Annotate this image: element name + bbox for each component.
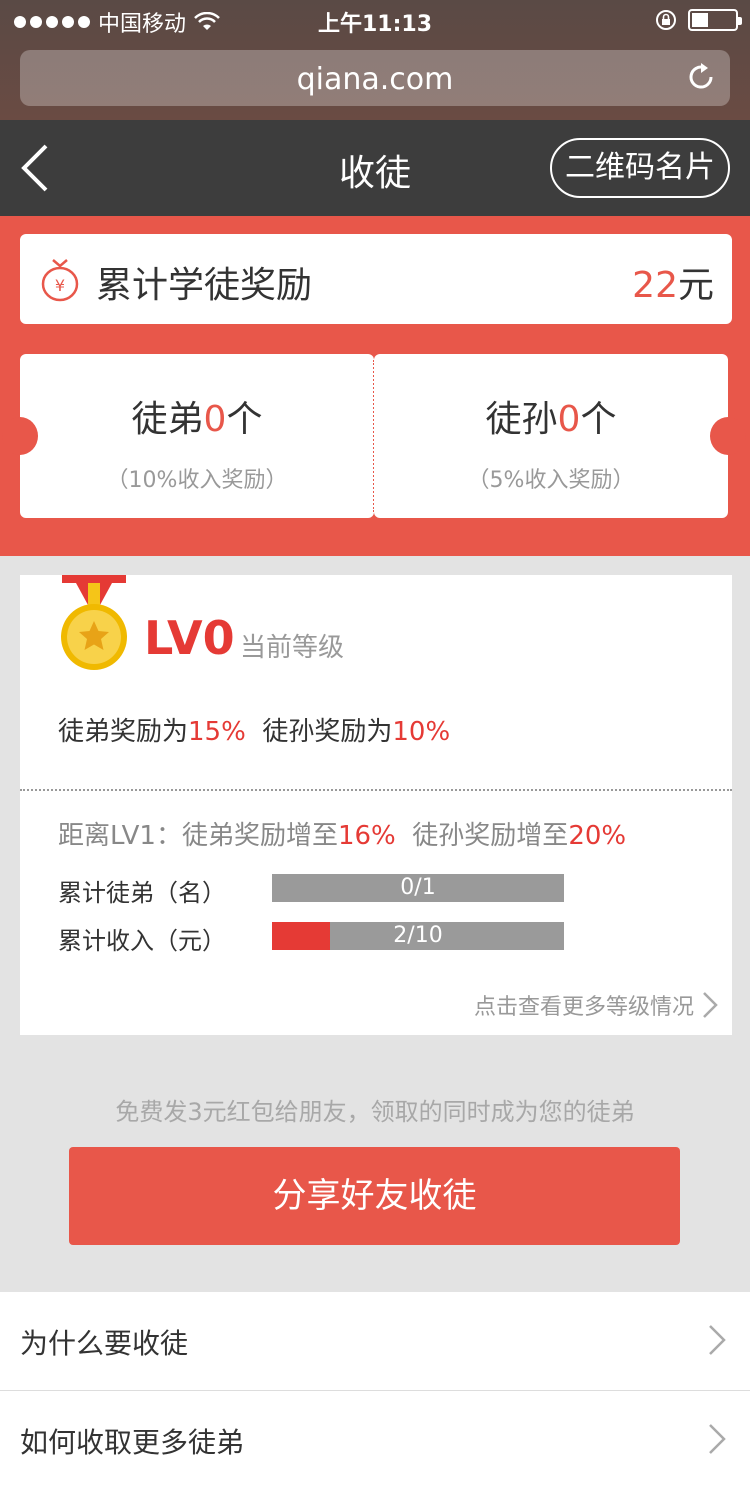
chevron-right-icon bbox=[709, 1424, 726, 1454]
disciple-ticket[interactable]: 徒弟0个 （10%收入奖励） bbox=[2, 354, 374, 518]
battery-icon bbox=[688, 9, 742, 31]
rotation-lock-icon bbox=[656, 10, 676, 30]
next-level-info: 距离LV1：徒弟奖励增至16% 徒孙奖励增至20% bbox=[58, 821, 627, 851]
reload-icon[interactable] bbox=[686, 62, 716, 92]
address-bar[interactable]: qiana.com bbox=[20, 50, 730, 106]
share-hint: 免费发3元红包给朋友，领取的同时成为您的徒弟 bbox=[115, 1098, 635, 1126]
current-rewards: 徒弟奖励为15% 徒孙奖励为10% bbox=[58, 717, 451, 747]
progress-label-disciples: 累计徒弟（名） bbox=[58, 879, 226, 907]
chevron-right-icon bbox=[703, 992, 718, 1018]
svg-text:¥: ¥ bbox=[55, 276, 65, 295]
url-text: qiana.com bbox=[296, 62, 454, 97]
disciple-count: 徒弟0个 bbox=[131, 399, 263, 440]
level-name: LV0 bbox=[144, 611, 235, 665]
faq-item-how[interactable]: 如何收取更多徒弟 bbox=[0, 1391, 750, 1489]
total-reward-amount: 22元 bbox=[632, 265, 714, 306]
total-reward-label: 累计学徒奖励 bbox=[96, 265, 313, 306]
qr-card-button[interactable]: 二维码名片 bbox=[550, 138, 730, 198]
status-bar: 中国移动 上午11:13 bbox=[0, 0, 750, 40]
progress-bar-disciples: 0/1 bbox=[272, 874, 564, 902]
level-label: 当前等级 bbox=[240, 633, 345, 663]
progress-bar-income: 2/10 bbox=[272, 922, 564, 950]
grand-disciple-note: （5%收入奖励） bbox=[467, 468, 635, 493]
disciple-note: （10%收入奖励） bbox=[106, 468, 288, 493]
clock: 上午11:13 bbox=[317, 12, 433, 37]
progress-label-income: 累计收入（元） bbox=[58, 927, 226, 955]
faq-item-why[interactable]: 为什么要收徒 bbox=[0, 1292, 750, 1390]
medal-icon bbox=[61, 575, 127, 670]
level-card: LV0 当前等级 徒弟奖励为15% 徒孙奖励为10% 距离LV1：徒弟奖励增至1… bbox=[20, 575, 732, 1035]
browser-chrome: 中国移动 上午11:13 qiana.com bbox=[0, 0, 750, 120]
chevron-right-icon bbox=[709, 1325, 726, 1355]
money-bag-icon: ¥ bbox=[41, 259, 79, 302]
total-reward-card: ¥ 累计学徒奖励 22元 bbox=[20, 234, 732, 324]
grand-disciple-count: 徒孙0个 bbox=[485, 399, 617, 440]
faq-list: 为什么要收徒 如何收取更多徒弟 bbox=[0, 1292, 750, 1490]
share-button[interactable]: 分享好友收徒 bbox=[69, 1147, 680, 1245]
nav-bar: 收徒 二维码名片 bbox=[0, 120, 750, 216]
dotted-divider bbox=[20, 789, 732, 791]
more-levels-link[interactable]: 点击查看更多等级情况 bbox=[474, 989, 718, 1021]
grand-disciple-ticket[interactable]: 徒孙0个 （5%收入奖励） bbox=[374, 354, 746, 518]
reward-summary: ¥ 累计学徒奖励 22元 徒弟0个 （10%收入奖励） 徒孙0个 （5%收入奖励… bbox=[0, 216, 750, 556]
